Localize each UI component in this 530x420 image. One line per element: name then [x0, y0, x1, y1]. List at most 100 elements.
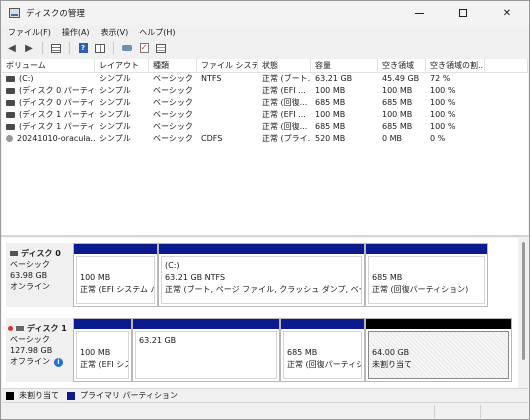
legend-label: 未割り当て	[19, 391, 59, 400]
partition-body: 100 MB 正常 (EFI システム パーティション)	[76, 331, 129, 379]
partition-size: 685 MB	[287, 348, 318, 357]
scrollbar-thumb[interactable]	[522, 242, 525, 360]
legend-item-primary: プライマリ パーティション	[67, 390, 178, 401]
split-pane-button[interactable]	[93, 41, 107, 55]
maximize-button[interactable]	[441, 1, 485, 25]
pane-splitter[interactable]	[1, 235, 529, 237]
partition-size: 685 MB	[372, 273, 403, 282]
volume-name-cell: 20241010-oracula...	[2, 133, 95, 145]
maximize-icon	[459, 9, 467, 17]
partition-efi[interactable]: 100 MB 正常 (EFI システム パーティション)	[73, 243, 158, 307]
layout-cell: シンプル	[99, 110, 131, 119]
menu-bar: ファイル(F) 操作(A) 表示(V) ヘルプ(H)	[1, 25, 529, 39]
partition-size: 63.21 GB	[139, 336, 177, 345]
disk-0-label[interactable]: ディスク 0 ベーシック 63.98 GB オンライン	[6, 243, 73, 307]
table-row[interactable]: (ディスク 1 パーティシ... シンプル ベーシック 正常 (回復... 68…	[2, 121, 528, 133]
column-header-status[interactable]: 状態	[258, 59, 311, 72]
table-row[interactable]: (C:) シンプル ベーシック NTFS 正常 (ブート... 63.21 GB…	[2, 73, 528, 85]
volume-icon	[6, 75, 15, 82]
menu-view[interactable]: 表示(V)	[94, 27, 133, 38]
help-button[interactable]: ?	[76, 41, 90, 55]
close-icon: ✕	[502, 7, 512, 19]
partition-recovery[interactable]: 685 MB 正常 (回復パーティション)	[365, 243, 488, 307]
free-percent-cell: 100 %	[430, 122, 456, 131]
volume-name: (ディスク 0 パーティシ...	[19, 86, 95, 95]
partition-data[interactable]: 63.21 GB	[132, 318, 280, 382]
key-button[interactable]	[120, 41, 134, 55]
info-icon[interactable]: i	[54, 358, 63, 367]
help-icon: ?	[78, 43, 88, 53]
table-row[interactable]: (ディスク 1 パーティシ... シンプル ベーシック 正常 (EFI ... …	[2, 109, 528, 121]
minimize-button[interactable]	[397, 1, 441, 25]
disk-map-scrollbar[interactable]	[519, 238, 528, 388]
free-space-cell: 45.49 GB	[382, 74, 420, 83]
partition-body: 685 MB 正常 (回復パーティション)	[283, 331, 362, 379]
table-row[interactable]: (ディスク 0 パーティシ... シンプル ベーシック 正常 (回復... 68…	[2, 97, 528, 109]
filesystem-cell: CDFS	[201, 134, 223, 143]
volume-list-button[interactable]	[49, 41, 63, 55]
checklist-icon: ✓	[139, 43, 149, 53]
menu-file[interactable]: ファイル(F)	[1, 27, 55, 38]
disk-management-window: ディスクの管理 ✕ ファイル(F) 操作(A) 表示(V) ヘルプ(H) ◀ ▶…	[0, 0, 530, 420]
capacity-cell: 685 MB	[315, 98, 346, 107]
title-bar: ディスクの管理 ✕	[1, 1, 529, 25]
column-header-free-space[interactable]: 空き領域	[378, 59, 426, 72]
capacity-cell: 520 MB	[315, 134, 346, 143]
back-button[interactable]: ◀	[5, 41, 19, 55]
disk-status-text: オフライン	[10, 357, 50, 366]
disk-size: 127.98 GB	[10, 346, 53, 355]
column-header-filesystem[interactable]: ファイル システム	[197, 59, 258, 72]
disk-type: ベーシック	[10, 260, 50, 269]
split-pane-icon	[95, 43, 105, 53]
partition-efi[interactable]: 100 MB 正常 (EFI システム パーティション)	[73, 318, 132, 382]
column-header-volume[interactable]: ボリューム	[2, 59, 95, 72]
disk-0-row: ディスク 0 ベーシック 63.98 GB オンライン 100 MB 正常 (E…	[6, 243, 516, 307]
column-header-free-percent[interactable]: 空き領域の割...	[426, 59, 485, 72]
volume-icon	[6, 123, 15, 130]
properties-button[interactable]	[154, 41, 168, 55]
partition-unallocated[interactable]: 64.00 GB 未割り当て	[365, 318, 512, 382]
back-arrow-icon: ◀	[8, 42, 16, 54]
forward-button[interactable]: ▶	[22, 41, 36, 55]
offline-indicator-icon	[8, 326, 13, 331]
layout-cell: シンプル	[99, 98, 131, 107]
table-row[interactable]: 20241010-oracula... シンプル ベーシック CDFS 正常 (…	[2, 133, 528, 145]
checklist-button[interactable]: ✓	[137, 41, 151, 55]
disk-size: 63.98 GB	[10, 271, 48, 280]
filesystem-cell	[197, 85, 258, 97]
partition-body: 685 MB 正常 (回復パーティション)	[368, 256, 485, 304]
partition-bar	[133, 319, 279, 329]
free-space-cell: 100 MB	[382, 86, 413, 95]
column-header-type[interactable]: 種類	[149, 59, 197, 72]
volume-icon	[6, 99, 15, 106]
disk-icon	[16, 326, 24, 331]
menu-help[interactable]: ヘルプ(H)	[132, 27, 179, 38]
toolbar: ◀ ▶ ? ✓	[1, 39, 529, 57]
close-button[interactable]: ✕	[485, 1, 529, 25]
volume-list: ボリューム レイアウト 種類 ファイル システム 状態 容量 空き領域 空き領域…	[2, 59, 528, 235]
free-percent-cell: 72 %	[430, 74, 451, 83]
disk-1-label[interactable]: ディスク 1 ベーシック 127.98 GB オフライン i	[6, 318, 73, 382]
volume-name: (ディスク 0 パーティシ...	[19, 98, 95, 107]
table-row[interactable]: (ディスク 0 パーティシ... シンプル ベーシック 正常 (EFI ... …	[2, 85, 528, 97]
disk-icon	[10, 251, 18, 256]
filesystem-cell	[197, 109, 258, 121]
partition-c-drive[interactable]: (C:) 63.21 GB NTFS 正常 (ブート, ページ ファイル, クラ…	[158, 243, 365, 307]
volume-name: 20241010-oracula...	[17, 134, 95, 143]
partition-size: 100 MB	[80, 273, 111, 282]
layout-cell: シンプル	[99, 74, 131, 83]
volume-name-cell: (ディスク 0 パーティシ...	[2, 85, 95, 97]
partition-bar	[74, 319, 131, 329]
partition-recovery[interactable]: 685 MB 正常 (回復パーティション)	[280, 318, 365, 382]
toolbar-separator	[69, 42, 70, 54]
type-cell: ベーシック	[153, 110, 193, 119]
toolbar-separator	[42, 42, 43, 54]
volume-name-cell: (ディスク 0 パーティシ...	[2, 97, 95, 109]
type-cell: ベーシック	[153, 98, 193, 107]
column-header-capacity[interactable]: 容量	[311, 59, 378, 72]
window-title: ディスクの管理	[26, 9, 85, 19]
column-header-layout[interactable]: レイアウト	[95, 59, 149, 72]
volume-name: (ディスク 1 パーティシ...	[19, 122, 95, 131]
legend: 未割り当て プライマリ パーティション	[2, 388, 528, 402]
menu-action[interactable]: 操作(A)	[55, 27, 94, 38]
